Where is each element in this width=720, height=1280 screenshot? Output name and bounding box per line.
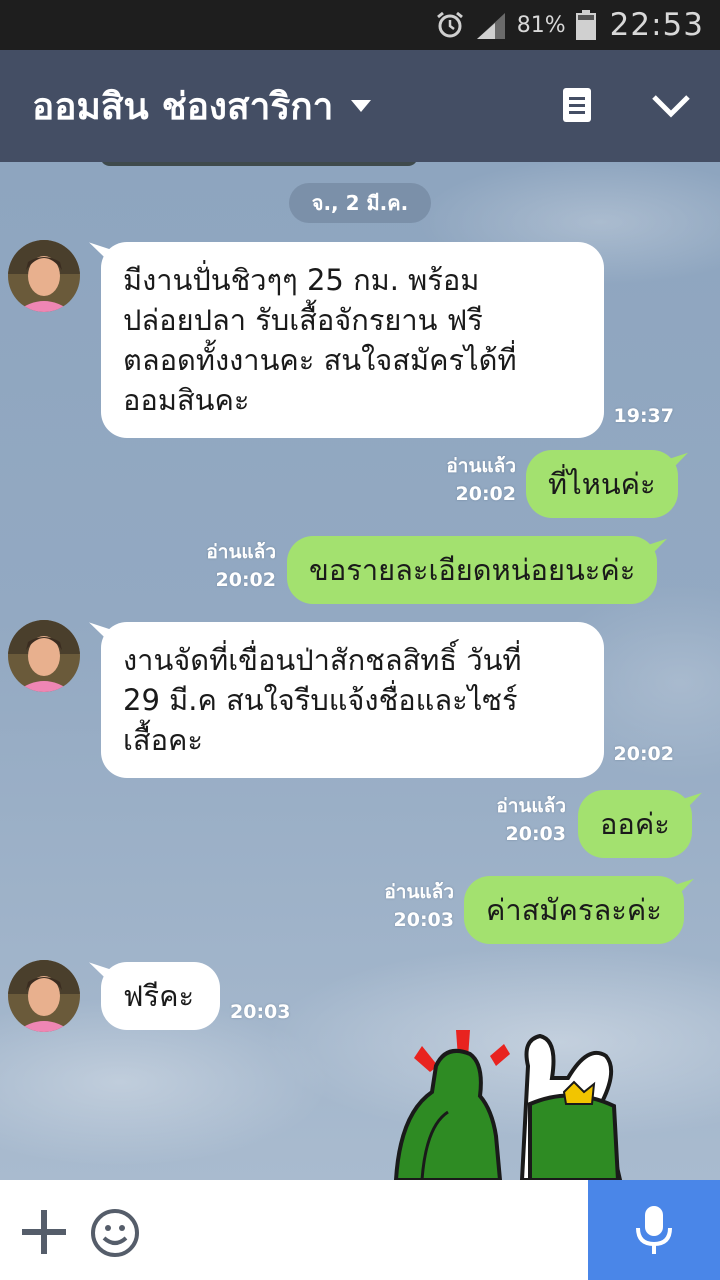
message-text: ที่ไหนค่ะ bbox=[548, 467, 656, 501]
incoming-message[interactable]: งานจัดที่เขื่อนป่าสักชลสิทธิ์ วันที่ 29 … bbox=[101, 622, 604, 778]
message-time: 20:03 bbox=[230, 1001, 291, 1023]
read-receipt: อ่านแล้ว bbox=[496, 795, 566, 817]
message-meta: อ่านแล้ว 20:03 bbox=[338, 878, 454, 934]
voice-button[interactable] bbox=[588, 1180, 720, 1280]
outgoing-message[interactable]: ที่ไหนค่ะ bbox=[526, 450, 678, 518]
message-time: 20:03 bbox=[393, 909, 454, 931]
chat-title[interactable]: ออมสิน ช่องสาริกา bbox=[32, 77, 333, 136]
message-time: 20:02 bbox=[455, 483, 516, 505]
message-input-bar bbox=[0, 1180, 720, 1280]
message-time: 20:02 bbox=[215, 569, 276, 591]
avatar[interactable] bbox=[8, 960, 80, 1032]
emoji-icon[interactable] bbox=[90, 1208, 140, 1258]
message-text: งานจัดที่เขื่อนป่าสักชลสิทธิ์ วันที่ 29 … bbox=[123, 643, 522, 757]
message-time: 20:03 bbox=[505, 823, 566, 845]
message-meta: อ่านแล้ว 20:03 bbox=[450, 792, 566, 848]
notes-icon[interactable] bbox=[560, 86, 594, 124]
chat-header: ออมสิน ช่องสาริกา bbox=[0, 50, 720, 162]
status-bar: 81% 22:53 bbox=[0, 0, 720, 50]
microphone-icon bbox=[636, 1206, 672, 1254]
message-text: มีงานปั่นชิวๆๆ 25 กม. พร้อม ปล่อยปลา รับ… bbox=[123, 263, 517, 417]
read-receipt: อ่านแล้ว bbox=[446, 455, 516, 477]
message-meta: อ่านแล้ว 20:02 bbox=[160, 538, 276, 594]
message-text: ฟรีคะ bbox=[123, 979, 195, 1013]
message-meta: อ่านแล้ว 20:02 bbox=[400, 452, 516, 508]
avatar[interactable] bbox=[8, 240, 80, 312]
signal-icon bbox=[476, 13, 505, 39]
previous-message-edge bbox=[100, 162, 418, 166]
clock: 22:53 bbox=[609, 7, 704, 43]
message-time: 19:37 bbox=[613, 405, 674, 427]
thumbs-up-sticker[interactable] bbox=[392, 1026, 632, 1180]
battery-icon bbox=[575, 10, 596, 40]
battery-percent: 81% bbox=[516, 12, 566, 38]
message-text: ออค่ะ bbox=[600, 807, 670, 841]
message-text: ค่าสมัครละค่ะ bbox=[486, 893, 662, 927]
message-time: 20:02 bbox=[613, 743, 674, 765]
incoming-message[interactable]: มีงานปั่นชิวๆๆ 25 กม. พร้อม ปล่อยปลา รับ… bbox=[101, 242, 604, 438]
read-receipt: อ่านแล้ว bbox=[384, 881, 454, 903]
message-text: ขอรายละเอียดหน่อยนะค่ะ bbox=[309, 553, 636, 587]
message-input[interactable] bbox=[160, 1200, 570, 1260]
date-separator: จ., 2 มี.ค. bbox=[289, 183, 431, 223]
collapse-icon[interactable] bbox=[650, 92, 692, 120]
avatar[interactable] bbox=[8, 620, 80, 692]
plus-icon[interactable] bbox=[22, 1210, 66, 1254]
alarm-icon bbox=[436, 11, 463, 38]
outgoing-message[interactable]: ขอรายละเอียดหน่อยนะค่ะ bbox=[287, 536, 658, 604]
outgoing-message[interactable]: ออค่ะ bbox=[578, 790, 692, 858]
outgoing-message[interactable]: ค่าสมัครละค่ะ bbox=[464, 876, 684, 944]
incoming-message[interactable]: ฟรีคะ bbox=[101, 962, 220, 1030]
read-receipt: อ่านแล้ว bbox=[206, 541, 276, 563]
chevron-down-icon[interactable] bbox=[351, 100, 372, 112]
